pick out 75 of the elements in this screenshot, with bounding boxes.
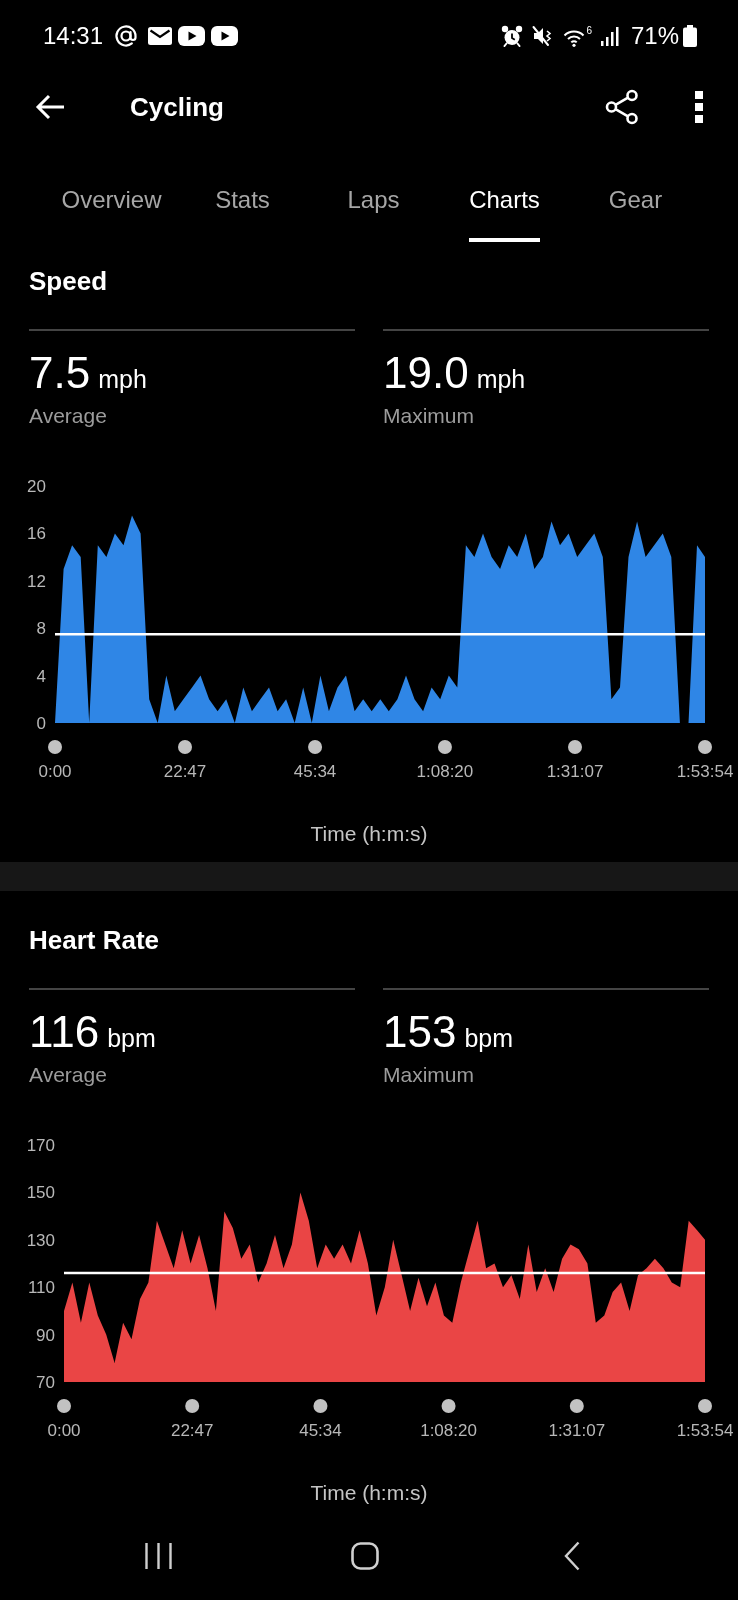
x-tick-dot — [57, 1399, 71, 1413]
x-tick-dot — [308, 740, 323, 754]
y-axis-label: 16 — [27, 524, 46, 544]
stat-label: Average — [29, 403, 107, 429]
recent-apps-icon[interactable] — [145, 1542, 172, 1570]
stat-unit: bpm — [107, 1023, 156, 1053]
y-axis-label: 170 — [26, 1136, 55, 1155]
y-axis-label: 90 — [36, 1325, 55, 1345]
x-tick-dot — [185, 1399, 200, 1413]
y-axis-label: 4 — [36, 666, 46, 686]
x-axis-title: Time (h:m:s) — [310, 1480, 428, 1506]
section-title: Speed — [29, 265, 108, 298]
y-axis-label: 8 — [36, 619, 46, 639]
x-tick-dot — [48, 740, 62, 754]
home-icon[interactable] — [351, 1542, 379, 1570]
x-axis-label: 45:34 — [293, 762, 337, 781]
y-axis-label: 110 — [27, 1278, 55, 1298]
x-axis-label: 22:47 — [170, 1421, 214, 1440]
stat-value: 153 — [383, 1007, 457, 1057]
battery-percent: 71% — [630, 22, 679, 50]
wifi-standard-label: 6 — [586, 25, 592, 36]
x-tick-dot — [569, 1399, 584, 1413]
stat-unit: mph — [98, 364, 147, 394]
y-axis-label: 70 — [36, 1373, 55, 1392]
tab[interactable]: Stats — [215, 185, 270, 242]
tab[interactable]: Gear — [608, 185, 663, 242]
y-axis-label: 12 — [27, 571, 46, 591]
y-axis-label: 0 — [36, 714, 46, 733]
y-axis-label: 150 — [26, 1183, 55, 1203]
back-arrow-icon[interactable] — [35, 94, 65, 120]
stat-label: Average — [29, 1062, 107, 1088]
alarm-icon — [501, 25, 524, 47]
x-axis-label: 1:53:54 — [676, 1421, 734, 1440]
stat-unit: mph — [476, 364, 526, 394]
x-tick-dot — [568, 740, 582, 754]
x-axis-label: 1:08:20 — [416, 762, 474, 781]
tab[interactable]: Charts — [469, 185, 540, 242]
x-axis-label: 1:31:07 — [548, 1421, 606, 1440]
back-icon[interactable] — [564, 1541, 580, 1571]
y-axis-label: 130 — [26, 1230, 55, 1250]
mail-icon — [148, 27, 173, 45]
x-tick-dot — [178, 740, 192, 754]
x-tick-dot — [437, 740, 452, 754]
x-axis-label: 1:08:20 — [420, 1421, 477, 1440]
x-axis-label: 0:00 — [38, 762, 72, 781]
x-axis-label: 1:53:54 — [676, 762, 734, 781]
x-axis-label: 1:31:07 — [546, 762, 604, 781]
x-axis-label: 45:34 — [299, 1421, 342, 1440]
x-tick-dot — [698, 740, 712, 754]
signal-icon — [600, 26, 619, 46]
x-axis-label: 0:00 — [47, 1421, 81, 1440]
tab[interactable]: Overview — [61, 185, 162, 242]
at-sign-icon — [114, 24, 139, 48]
x-tick-dot — [441, 1399, 456, 1413]
stat-label: Maximum — [383, 403, 474, 429]
page-title: Cycling — [130, 91, 224, 124]
x-tick-dot — [698, 1399, 712, 1413]
tab[interactable]: Laps — [347, 185, 400, 242]
y-axis-label: 20 — [27, 477, 46, 496]
wifi-icon — [563, 28, 586, 47]
more-options-icon[interactable] — [695, 91, 703, 123]
x-axis-title: Time (h:m:s) — [310, 821, 428, 847]
stat-value: 19.0 — [383, 348, 469, 398]
share-icon[interactable] — [605, 89, 639, 125]
section-title: Heart Rate — [29, 924, 160, 957]
stat-value: 116 — [29, 1007, 100, 1057]
video-play-icon — [211, 26, 239, 46]
stat-label: Maximum — [383, 1062, 474, 1088]
stat-unit: bpm — [464, 1023, 514, 1053]
video-play-icon — [178, 26, 206, 46]
stat-value: 7.5 — [29, 348, 91, 398]
x-axis-label: 22:47 — [163, 762, 207, 781]
status-time: 14:31 — [43, 22, 104, 50]
battery-icon — [683, 25, 697, 47]
x-tick-dot — [313, 1399, 328, 1413]
